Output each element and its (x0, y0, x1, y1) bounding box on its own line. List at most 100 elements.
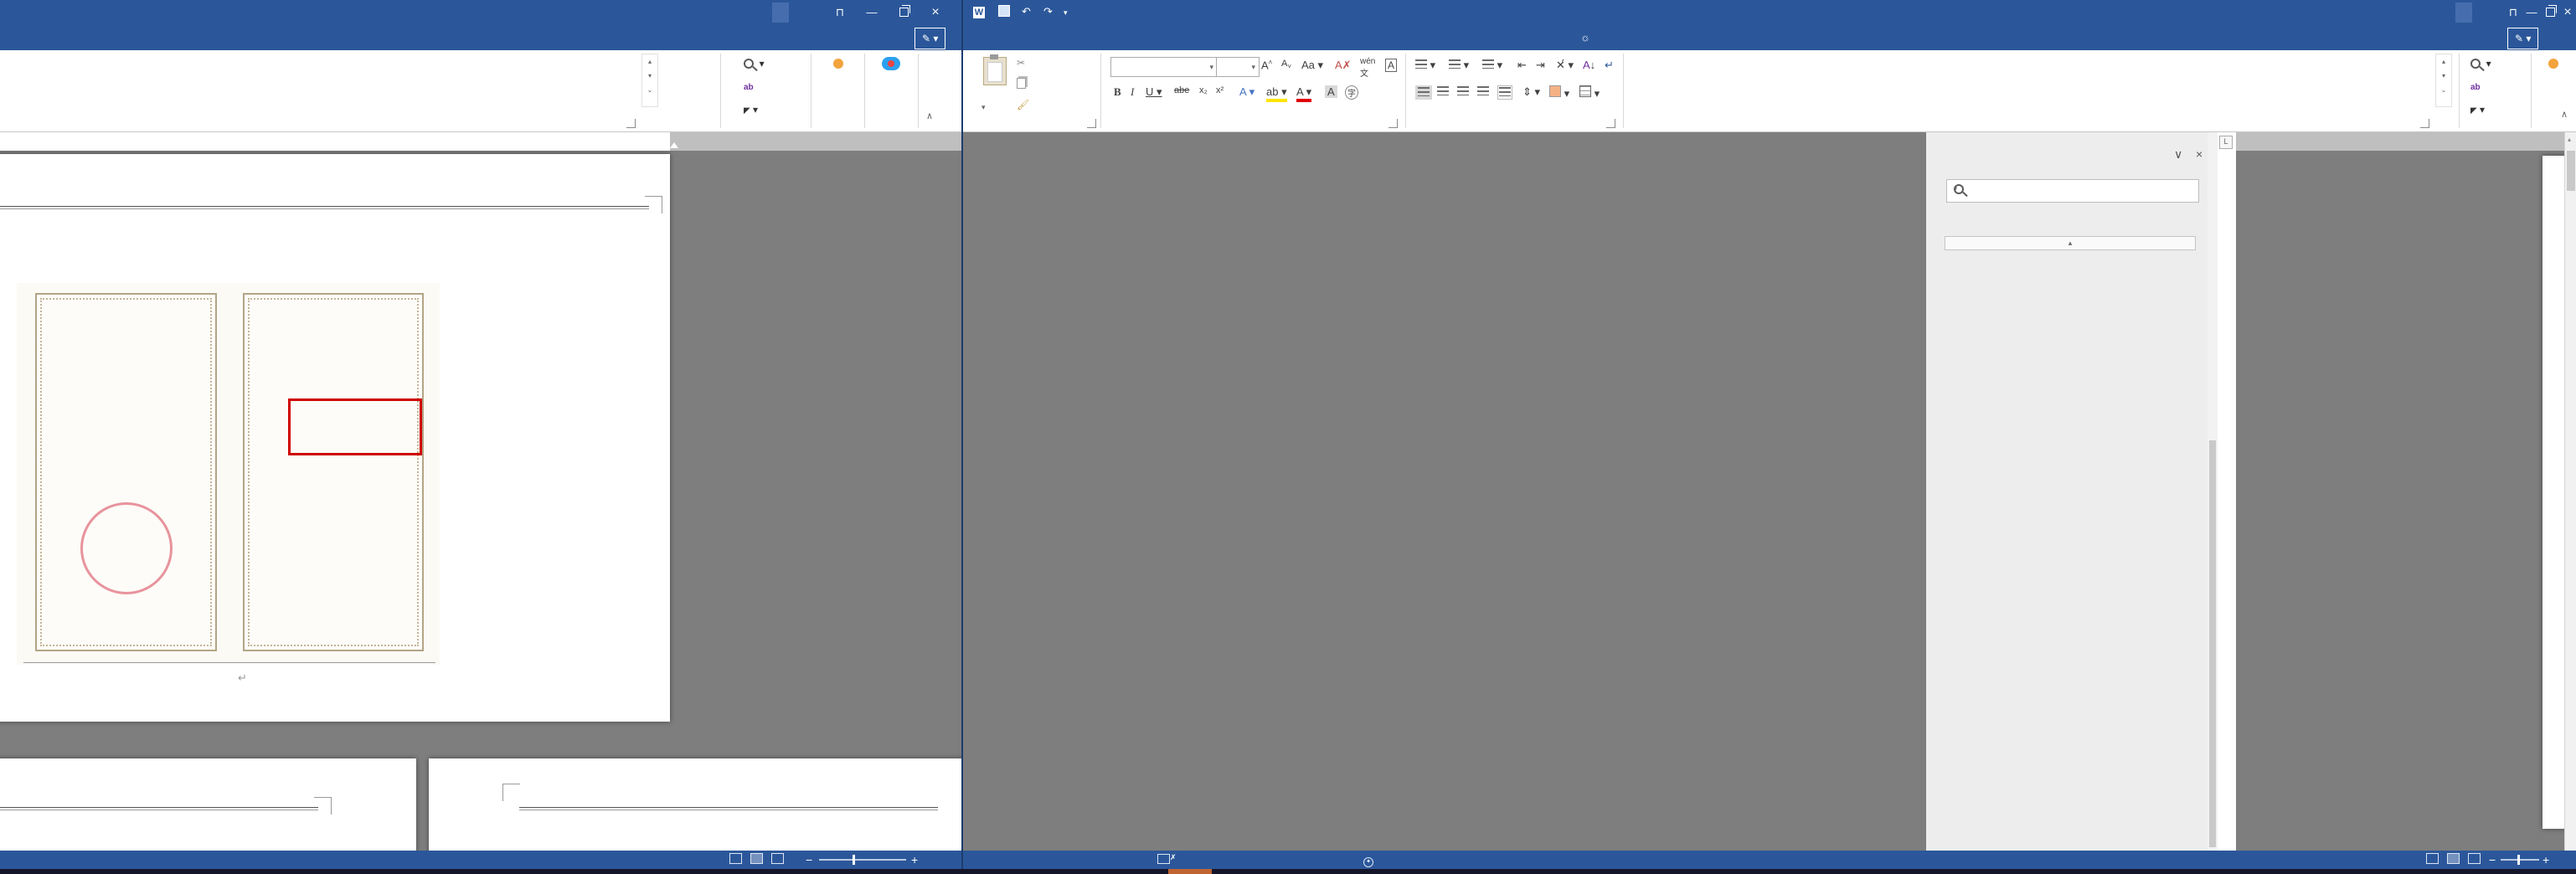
nav-close-icon[interactable]: × (2196, 147, 2202, 161)
right-signin-button[interactable] (2455, 3, 2472, 23)
left-collapse-ribbon-button[interactable]: ∧ (926, 111, 933, 121)
qat-customize-icon[interactable]: ▾ (1064, 8, 1068, 18)
text-effects-button[interactable]: A ▾ (1239, 85, 1255, 99)
font-dialog-launcher[interactable] (1388, 119, 1398, 128)
read-mode-icon[interactable] (2426, 853, 2439, 864)
right-tellme-search[interactable] (1589, 25, 1605, 50)
italic-button[interactable]: I (1131, 85, 1134, 99)
right-restore-button[interactable] (2541, 0, 2559, 25)
font-size-combo[interactable]: ▾ (1216, 57, 1260, 77)
left-view-buttons[interactable] (725, 851, 788, 869)
accessibility-indicator[interactable]: ✦ (1363, 851, 1373, 869)
qat-redo-icon[interactable]: ↷ (1043, 5, 1053, 18)
left-doc-page-1[interactable]: ↵ (0, 154, 670, 722)
right-select-button[interactable]: ◤ ▾ (2470, 104, 2485, 116)
print-layout-icon[interactable] (2447, 853, 2460, 864)
sort-button[interactable]: A↓ (1583, 59, 1595, 71)
right-replace-button[interactable]: ab (2470, 80, 2481, 92)
right-collapse-ribbon-button[interactable]: ∧ (2561, 109, 2568, 120)
right-zoom-in-button[interactable]: + (2543, 851, 2549, 869)
font-name-combo[interactable]: ▾ (1110, 57, 1218, 77)
left-share-button[interactable]: ✎ ▾ (914, 28, 946, 49)
right-zoom-slider-thumb[interactable] (2517, 855, 2520, 865)
right-close-button[interactable]: × (2559, 0, 2576, 25)
left-replace-button[interactable]: ab (744, 80, 754, 92)
line-spacing-button[interactable]: ⇕ ▾ (1522, 85, 1540, 99)
left-zoom-slider-thumb[interactable] (853, 855, 855, 865)
clear-format-button[interactable]: A✗ (1335, 59, 1352, 72)
left-select-button[interactable]: ◤ ▾ (744, 104, 758, 116)
multilevel-list-button[interactable]: ▾ (1482, 59, 1502, 72)
certificate-scan[interactable] (17, 283, 440, 665)
justify-button[interactable] (1477, 85, 1489, 98)
align-center-button[interactable] (1437, 85, 1449, 98)
underline-button[interactable]: U ▾ (1146, 85, 1162, 99)
left-find-button[interactable]: ▾ (744, 57, 765, 69)
shading-button[interactable]: ▾ (1549, 85, 1569, 100)
paste-button[interactable]: ▾ (981, 87, 986, 112)
char-border-button[interactable]: A (1385, 59, 1398, 72)
phonetic-guide-button[interactable]: wén 文 (1360, 57, 1375, 79)
left-horizontal-ruler[interactable] (0, 132, 961, 151)
left-style-gallery-scroll[interactable]: ▴ ▾ ⌄ (641, 54, 658, 107)
paragraph-dialog-launcher[interactable] (1606, 119, 1615, 128)
clipboard-dialog-launcher[interactable] (1087, 119, 1096, 128)
distribute-button[interactable] (1497, 85, 1512, 100)
qat-undo-icon[interactable]: ↶ (1022, 5, 1031, 18)
right-vertical-ruler[interactable]: L (2218, 132, 2237, 851)
left-indent-marker[interactable] (670, 142, 678, 148)
left-restore-button[interactable] (888, 0, 920, 25)
enclose-char-button[interactable]: 字 (1345, 85, 1358, 100)
align-left-button[interactable] (1415, 85, 1432, 100)
left-ribbon-options-button[interactable]: ⊓ (824, 0, 856, 25)
left-zoom-in-button[interactable]: + (911, 851, 918, 869)
format-painter-button[interactable]: 🖌︎ (1017, 99, 1029, 111)
left-close-button[interactable]: × (920, 0, 951, 25)
right-ribbon-options-button[interactable]: ⊓ (2504, 0, 2522, 25)
right-share-button[interactable]: ✎ ▾ (2507, 28, 2539, 49)
borders-button[interactable]: ▾ (1579, 85, 1600, 100)
change-case-button[interactable]: Aa ▾ (1301, 59, 1323, 72)
left-styles-dialog-launcher[interactable] (626, 119, 636, 128)
right-document-area[interactable]: ↵ (2236, 151, 2576, 851)
shrink-font-button[interactable]: A˅ (1281, 59, 1291, 70)
right-style-gallery-scroll[interactable]: ▴ ▾ ⌄ (2435, 54, 2452, 107)
right-horizontal-ruler[interactable] (2236, 132, 2576, 151)
subscript-button[interactable]: x₂ (1199, 85, 1208, 95)
qat-save-icon[interactable] (998, 5, 1010, 19)
left-signin-button[interactable] (772, 3, 789, 23)
search-dropdown-icon[interactable]: ▾ (1954, 185, 2195, 193)
right-scrollbar[interactable]: ▴ (2564, 132, 2576, 851)
right-view-buttons[interactable] (2422, 851, 2485, 869)
numbering-button[interactable]: ▾ (1449, 59, 1469, 72)
left-document-area[interactable]: ↵ (0, 151, 961, 851)
increase-indent-button[interactable]: ⇥ (1536, 59, 1545, 72)
nav-collapse-icon[interactable]: ∨ (2174, 147, 2182, 162)
proofing-icon[interactable]: ✗ (1157, 851, 1177, 869)
char-shading-button[interactable]: A (1325, 85, 1337, 98)
right-styles-dialog-launcher[interactable] (2420, 119, 2429, 128)
print-layout-icon[interactable] (750, 853, 763, 864)
nav-scrollbar[interactable] (2208, 132, 2218, 851)
left-tellme-search[interactable] (0, 25, 10, 50)
right-zoom-out-button[interactable]: − (2489, 851, 2496, 869)
right-minimize-button[interactable]: — (2522, 0, 2541, 25)
right-find-button[interactable]: ▾ (2470, 57, 2491, 69)
web-layout-icon[interactable] (771, 853, 784, 864)
copy-button[interactable] (1017, 78, 1026, 91)
strikethrough-button[interactable]: abe (1174, 85, 1189, 95)
left-zoom-out-button[interactable]: − (806, 851, 812, 869)
superscript-button[interactable]: x² (1216, 85, 1224, 95)
left-minimize-button[interactable]: — (856, 0, 888, 25)
read-mode-icon[interactable] (729, 853, 742, 864)
left-doc-page-2[interactable] (0, 758, 416, 851)
align-right-button[interactable] (1457, 85, 1469, 98)
left-doc-page-3[interactable] (429, 758, 961, 851)
highlight-color-button[interactable]: ab ▾ (1266, 85, 1287, 102)
grow-font-button[interactable]: A˄ (1261, 59, 1272, 71)
cut-button[interactable]: ✂ (1017, 57, 1025, 69)
nav-jump-up[interactable]: ▴ (1945, 236, 2196, 250)
asian-layout-button[interactable]: ✕́ ▾ (1556, 59, 1574, 72)
font-color-button[interactable]: A ▾ (1296, 85, 1312, 102)
right-zoom-slider[interactable] (2501, 859, 2539, 861)
